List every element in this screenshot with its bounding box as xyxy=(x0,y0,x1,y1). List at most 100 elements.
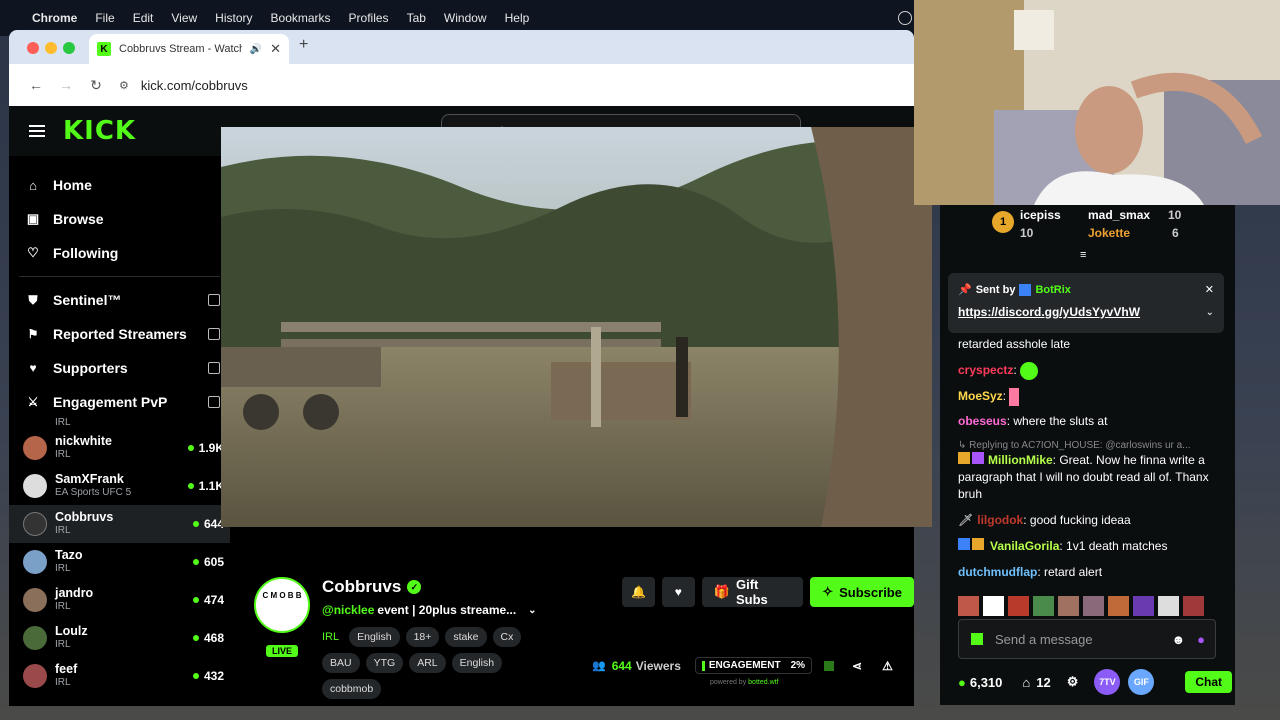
channel-item[interactable]: Loulz IRL 468 xyxy=(9,619,230,657)
title-mention[interactable]: @nicklee xyxy=(322,603,374,617)
menu-app-name[interactable]: Chrome xyxy=(32,11,77,25)
speaker-icon[interactable]: 🔊 xyxy=(250,44,262,55)
emote-icon[interactable] xyxy=(1033,596,1054,616)
channel-item[interactable]: jandro IRL 474 xyxy=(9,581,230,619)
chat-username[interactable]: obeseus xyxy=(958,414,1007,428)
leader-name[interactable]: icepiss xyxy=(1020,208,1061,222)
emote-icon[interactable] xyxy=(1108,596,1129,616)
tag[interactable]: stake xyxy=(445,627,487,647)
gift-count[interactable]: 12 xyxy=(1036,675,1050,690)
url-field[interactable]: ⚙ kick.com/cobbruvs xyxy=(119,78,248,93)
popout-icon[interactable] xyxy=(208,362,220,374)
pinned-link[interactable]: https://discord.gg/yUdsYyvVhW xyxy=(958,305,1140,319)
back-icon[interactable]: ← xyxy=(21,77,51,93)
stats-icon[interactable] xyxy=(824,660,835,671)
engagement-badge[interactable]: ENGAGEMENT 2% xyxy=(694,657,813,674)
tag[interactable]: BAU xyxy=(322,653,360,673)
emoji-icon[interactable]: ☻ xyxy=(1171,632,1185,647)
emote-icon[interactable] xyxy=(1083,596,1104,616)
channel-item[interactable]: Cobbruvs IRL 644 xyxy=(9,505,230,543)
send-chat-button[interactable]: Chat xyxy=(1185,671,1232,693)
close-tab-icon[interactable]: ✕ xyxy=(270,41,281,57)
chat-username[interactable]: MillionMike xyxy=(988,453,1053,467)
maximize-window-button[interactable] xyxy=(63,42,75,54)
channel-item[interactable]: Tazo IRL 605 xyxy=(9,543,230,581)
follow-heart-icon[interactable]: ♥ xyxy=(661,577,695,607)
sidebar-item-following[interactable]: ♡ Following xyxy=(9,236,230,270)
sidebar-item-browse[interactable]: ▣ Browse xyxy=(9,202,230,236)
channel-item[interactable]: feef IRL 432 xyxy=(9,657,230,695)
tag[interactable]: YTG xyxy=(365,653,404,673)
forward-icon[interactable]: → xyxy=(51,77,81,93)
minimize-window-button[interactable] xyxy=(45,42,57,54)
popout-icon[interactable] xyxy=(208,396,220,408)
menu-icon[interactable] xyxy=(29,122,45,140)
chevron-down-icon[interactable]: ⌄ xyxy=(1206,307,1214,318)
tag[interactable]: cobbmob xyxy=(322,679,382,699)
emote-icon[interactable] xyxy=(1183,596,1204,616)
video-player[interactable] xyxy=(221,127,932,527)
chat-username[interactable]: lilgodok xyxy=(977,513,1023,527)
sidebar-item-engagement-pvp[interactable]: ⚔ Engagement PvP xyxy=(9,385,230,419)
menu-file[interactable]: File xyxy=(95,11,114,25)
unpin-icon[interactable]: ✕ xyxy=(1205,283,1214,296)
menu-profiles[interactable]: Profiles xyxy=(349,11,389,25)
gift-icon[interactable] xyxy=(971,633,983,645)
streamer-avatar[interactable]: C M O B B xyxy=(254,577,310,633)
menu-tab[interactable]: Tab xyxy=(407,11,426,25)
menu-bookmarks[interactable]: Bookmarks xyxy=(271,11,331,25)
category-link[interactable]: IRL xyxy=(322,631,339,643)
reload-icon[interactable]: ↻ xyxy=(81,77,111,94)
emote-icon[interactable] xyxy=(958,596,979,616)
tag[interactable]: ARL xyxy=(409,653,446,673)
pinned-sender[interactable]: BotRix xyxy=(1035,284,1070,296)
gif-button[interactable]: GIF xyxy=(1128,669,1155,695)
tag[interactable]: Cx xyxy=(492,627,522,647)
report-icon[interactable]: ⚠ xyxy=(882,659,893,673)
kick-logo[interactable]: KICK xyxy=(63,116,136,146)
browser-tab[interactable]: K Cobbruvs Stream - Watch 🔊 ✕ xyxy=(89,34,289,64)
powered-by-brand[interactable]: botted.wtf xyxy=(748,679,778,686)
chat-username[interactable]: MoeSyz xyxy=(958,389,1003,403)
close-window-button[interactable] xyxy=(27,42,39,54)
tag[interactable]: 18+ xyxy=(405,627,440,647)
menu-help[interactable]: Help xyxy=(505,11,530,25)
notification-bell-icon[interactable]: 🔔 xyxy=(622,577,655,607)
menu-window[interactable]: Window xyxy=(444,11,487,25)
sidebar-item-sentinel[interactable]: ⛊ Sentinel™ xyxy=(9,283,230,317)
popout-icon[interactable] xyxy=(208,328,220,340)
share-icon[interactable]: ⋖ xyxy=(852,659,862,673)
emote-icon[interactable] xyxy=(1158,596,1179,616)
emote-icon[interactable] xyxy=(1008,596,1029,616)
menu-view[interactable]: View xyxy=(171,11,197,25)
leader-name[interactable]: mad_smax xyxy=(1088,208,1150,222)
subscribe-button[interactable]: ✧ Subscribe xyxy=(810,577,914,607)
sidebar-item-reported[interactable]: ⚑ Reported Streamers xyxy=(9,317,230,351)
chat-username[interactable]: dutchmudflap xyxy=(958,565,1037,579)
streamer-name[interactable]: Cobbruvs ✓ xyxy=(322,577,422,597)
emote-icon[interactable] xyxy=(1133,596,1154,616)
points-value[interactable]: 6,310 xyxy=(970,675,1003,690)
new-tab-button[interactable]: + xyxy=(299,36,308,54)
chat-input[interactable]: Send a message ☻ ● xyxy=(958,619,1216,659)
emote-icon[interactable] xyxy=(1058,596,1079,616)
gift-subs-button[interactable]: 🎁 Gift Subs xyxy=(701,577,804,607)
leader-name[interactable]: Jokette xyxy=(1088,226,1130,240)
collapse-icon[interactable]: ≡ xyxy=(1080,249,1086,261)
chat-username[interactable]: VanilaGorila xyxy=(990,539,1059,553)
sidebar-item-supporters[interactable]: ♥ Supporters xyxy=(9,351,230,385)
site-info-icon[interactable]: ⚙ xyxy=(119,79,129,92)
menu-edit[interactable]: Edit xyxy=(133,11,154,25)
chat-username[interactable]: cryspectz xyxy=(958,363,1013,377)
settings-gear-icon[interactable]: ⚙ xyxy=(1067,674,1079,690)
menu-history[interactable]: History xyxy=(215,11,252,25)
kick-emote-icon[interactable]: ● xyxy=(1197,632,1205,647)
channel-item[interactable]: nickwhite IRL 1.9K xyxy=(9,429,230,467)
popout-icon[interactable] xyxy=(208,294,220,306)
tag[interactable]: English xyxy=(349,627,400,647)
emote-icon[interactable] xyxy=(983,596,1004,616)
sidebar-item-home[interactable]: ⌂ Home xyxy=(9,168,230,202)
7tv-button[interactable]: 7TV xyxy=(1094,669,1121,695)
chevron-down-icon[interactable]: ⌄ xyxy=(528,605,536,616)
status-icon[interactable] xyxy=(898,11,912,25)
